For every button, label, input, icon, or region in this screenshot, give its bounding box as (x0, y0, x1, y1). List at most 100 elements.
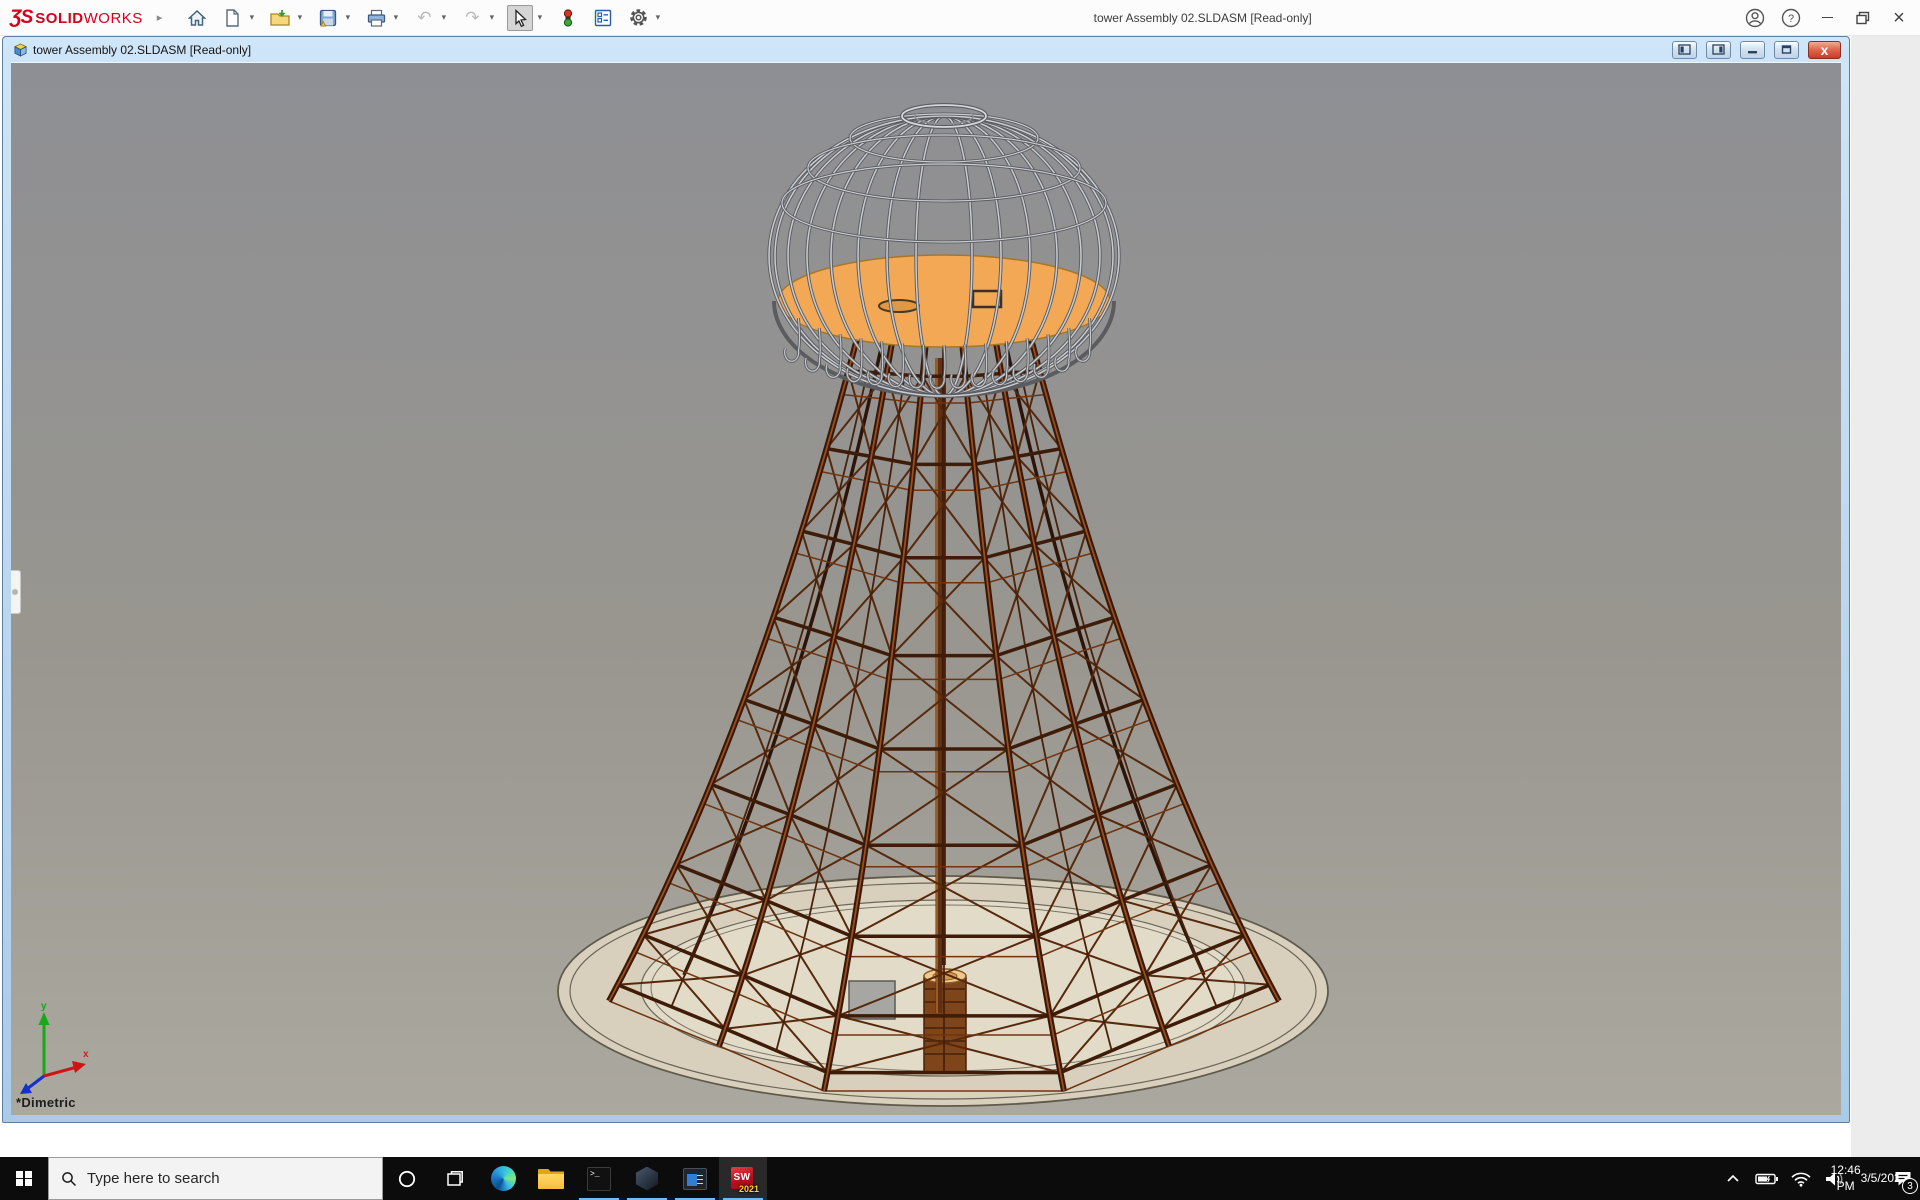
save-dropdown[interactable]: ▾ (341, 12, 354, 23)
triad-y-label: y (41, 1001, 47, 1012)
titlebar-controls: ? × (1732, 5, 1912, 31)
undo-dropdown[interactable]: ▾ (437, 12, 450, 23)
doc-restore-button[interactable] (1774, 41, 1799, 59)
gear-icon (628, 7, 649, 28)
taskbar-search[interactable] (48, 1157, 383, 1200)
taskbar-app-solidworks[interactable]: SW 2021 (719, 1157, 767, 1200)
tray-battery-button[interactable] (1750, 1157, 1784, 1200)
solidworks-year-badge: 2021 (739, 1184, 759, 1194)
task-view-icon (445, 1169, 465, 1189)
display-settings-button[interactable] (590, 5, 616, 31)
print-button[interactable] (363, 5, 389, 31)
system-tray: 12:46 PM 3/5/2021 3 (1716, 1157, 1920, 1200)
doc-minimize-icon (1746, 44, 1759, 55)
breadcrumb-chevron-icon[interactable]: ▸ (157, 11, 163, 24)
tray-wifi-button[interactable] (1784, 1157, 1818, 1200)
doc-split-left-button[interactable] (1672, 41, 1697, 59)
document-window: tower Assembly 02.SLDASM [Read-only] x y… (2, 36, 1850, 1123)
chevron-up-icon (1725, 1171, 1741, 1187)
cortana-button[interactable] (383, 1157, 431, 1200)
model-3d-tower-assembly[interactable] (11, 63, 1841, 1115)
windows-taskbar: >_ SW 2021 12:46 PM 3/5/2021 3 (0, 1157, 1920, 1200)
properties-list-icon (593, 8, 613, 28)
new-document-dropdown[interactable]: ▾ (245, 12, 258, 23)
solidworks-logo-bold: SOLID (35, 10, 83, 27)
triad-x-label: x (83, 1049, 89, 1060)
graphics-viewport[interactable]: y x *Dimetric (11, 62, 1841, 1115)
taskbar-app-file-explorer[interactable] (527, 1157, 575, 1200)
app-title-bar: ƷS SOLID WORKS ▸ ▾ ▾ ▾ ▾ ↶ ▾ ↷ ▾ ▾ (0, 0, 1920, 36)
print-dropdown[interactable]: ▾ (389, 12, 402, 23)
open-dropdown[interactable]: ▾ (293, 12, 306, 23)
close-icon: × (1893, 8, 1905, 28)
print-icon (366, 8, 387, 28)
solidworks-logo: ƷS SOLID WORKS (10, 7, 143, 29)
taskbar-app-display[interactable] (671, 1157, 719, 1200)
close-button[interactable]: × (1886, 5, 1912, 31)
options-dropdown[interactable]: ▾ (651, 12, 664, 23)
document-window-controls: x (1663, 41, 1841, 59)
select-tool-dropdown[interactable]: ▾ (533, 12, 546, 23)
home-icon (187, 8, 207, 28)
taskbar-app-edge[interactable] (479, 1157, 527, 1200)
battery-icon (1755, 1172, 1779, 1186)
redo-dropdown[interactable]: ▾ (485, 12, 498, 23)
tray-time: 12:46 PM (1831, 1163, 1861, 1194)
redo-icon: ↷ (465, 8, 479, 28)
task-view-button[interactable] (431, 1157, 479, 1200)
hexagon-app-icon (635, 1167, 659, 1191)
doc-close-icon: x (1821, 43, 1829, 57)
cortana-icon (397, 1169, 417, 1189)
user-account-icon (1744, 7, 1766, 29)
split-pane-right-icon (1712, 44, 1725, 55)
solidworks-logo-light: WORKS (84, 10, 143, 27)
panel-tab-grip-icon (12, 589, 18, 595)
home-button[interactable] (184, 5, 210, 31)
start-button[interactable] (0, 1157, 48, 1200)
taskbar-app-hexagon[interactable] (623, 1157, 671, 1200)
solidworks-icon: SW 2021 (730, 1166, 756, 1192)
doc-minimize-button[interactable] (1740, 41, 1765, 59)
file-explorer-icon (538, 1169, 564, 1189)
doc-split-right-button[interactable] (1706, 41, 1731, 59)
solidworks-logo-mark: ƷS (10, 7, 32, 29)
edge-icon (491, 1166, 516, 1191)
account-button[interactable] (1742, 5, 1768, 31)
search-input[interactable] (87, 1170, 357, 1187)
restore-button[interactable] (1850, 5, 1876, 31)
help-button[interactable]: ? (1778, 5, 1804, 31)
new-document-button[interactable] (219, 5, 245, 31)
minimize-button[interactable] (1814, 5, 1840, 31)
search-icon (61, 1171, 77, 1187)
options-button[interactable] (625, 5, 651, 31)
action-center-button[interactable]: 3 (1886, 1157, 1920, 1200)
wifi-icon (1790, 1171, 1812, 1187)
select-tool-button[interactable] (507, 5, 533, 31)
tray-chevron-button[interactable] (1716, 1157, 1750, 1200)
view-orientation-label: *Dimetric (16, 1095, 76, 1110)
app-background-right (1851, 36, 1920, 1157)
window-title: tower Assembly 02.SLDASM [Read-only] (673, 11, 1732, 25)
document-title: tower Assembly 02.SLDASM [Read-only] (33, 43, 251, 57)
windows-logo-icon (16, 1171, 32, 1187)
feature-tree-collapsed-tab[interactable] (11, 570, 21, 614)
document-title-bar[interactable]: tower Assembly 02.SLDASM [Read-only] x (11, 37, 1841, 62)
undo-icon: ↶ (417, 8, 431, 28)
tray-clock[interactable]: 12:46 PM 3/5/2021 (1852, 1157, 1886, 1200)
doc-restore-icon (1780, 44, 1793, 55)
new-document-icon (223, 8, 241, 28)
quick-access-toolbar: ▾ ▾ ▾ ▾ ↶ ▾ ↷ ▾ ▾ ▾ (184, 5, 673, 31)
app-background-bottom (0, 1123, 1851, 1157)
svg-text:?: ? (1788, 13, 1794, 25)
restore-icon (1855, 10, 1871, 26)
save-icon (318, 8, 338, 28)
open-button[interactable] (267, 5, 293, 31)
assembly-icon (13, 43, 28, 57)
redo-button[interactable]: ↷ (459, 5, 485, 31)
undo-button[interactable]: ↶ (411, 5, 437, 31)
save-button[interactable] (315, 5, 341, 31)
doc-close-button[interactable]: x (1808, 41, 1841, 59)
rebuild-button[interactable] (555, 5, 581, 31)
taskbar-app-command-prompt[interactable]: >_ (575, 1157, 623, 1200)
display-app-icon (683, 1168, 707, 1190)
